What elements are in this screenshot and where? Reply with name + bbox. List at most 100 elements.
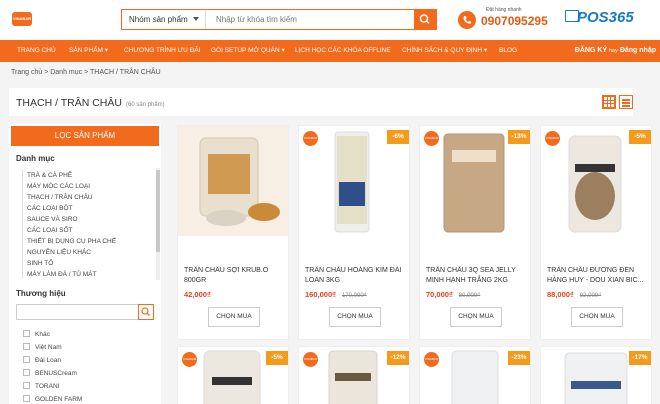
nav-item-offline-courses[interactable]: LỊCH HỌC CÁC KHÓA OFFLINE	[295, 40, 391, 62]
brand-item[interactable]: GOLDEN FARM	[23, 393, 153, 404]
buy-button[interactable]: CHỌN MUA	[571, 307, 623, 327]
page-title: THẠCH / TRÂN CHÂU (60 sản phẩm)	[16, 97, 165, 109]
buy-button[interactable]: CHỌN MUA	[329, 307, 381, 327]
brand-badge: VINABAR	[424, 131, 439, 146]
product-count: (60 sản phẩm)	[125, 102, 165, 108]
category-item[interactable]: CÁC LOẠI SỐT	[27, 225, 154, 236]
product-card[interactable]: VINABAR -12%	[298, 346, 410, 404]
search-icon	[419, 14, 430, 24]
or-separator: hay	[609, 48, 618, 54]
category-heading: Danh mục	[16, 154, 55, 163]
brand-label: Khác	[35, 331, 50, 338]
filter-sidebar: LỌC SẢN PHẨM Danh mục TRÀ & CÀ PHÊ MÁY M…	[9, 124, 161, 404]
category-item[interactable]: NGUYÊN LIỆU KHÁC	[27, 247, 154, 258]
product-card[interactable]: VINABAR -6% TRÂN CHÂU HOÀNG KIM ĐÀI LOAN…	[298, 125, 410, 340]
product-price: 160,000₫ 170,000₫	[305, 290, 367, 299]
category-scrollbar[interactable]	[156, 168, 160, 280]
account-links: ĐĂNG KÝ hay Đăng nhập	[575, 40, 656, 62]
brand-label: TORANI	[35, 383, 60, 390]
grid-view-icon[interactable]	[602, 95, 616, 109]
nav-item-promotions[interactable]: CHƯƠNG TRÌNH ƯU ĐÃI	[124, 40, 201, 62]
product-price: 88,000₫ 92,000₫	[547, 290, 601, 299]
current-price: 160,000₫	[305, 290, 336, 299]
brand-list: Khác Việt Nam Đài Loan BENUSCream TORANI…	[23, 328, 153, 404]
product-card[interactable]: VINABAR -23%	[419, 346, 531, 404]
nav-item-home[interactable]: TRANG CHỦ	[17, 40, 56, 62]
product-card[interactable]: VINABAR -5%	[177, 346, 289, 404]
product-name[interactable]: TRÂN CHÂU SỢI KRUB.O 800GR	[184, 266, 286, 286]
product-card[interactable]: TRÂN CHÂU SỢI KRUB.O 800GR 42,000₫ CHỌN …	[177, 125, 289, 340]
nav-item-blog[interactable]: BLOG	[499, 40, 517, 62]
pos365-logo[interactable]: POS365	[565, 7, 647, 33]
brand-item[interactable]: Khác	[23, 328, 153, 341]
brand-item[interactable]: Việt Nam	[23, 341, 153, 354]
brand-item[interactable]: Đài Loan	[23, 354, 153, 367]
category-item[interactable]: SINH TỐ	[27, 258, 154, 269]
hotline-number[interactable]: 0907095295	[481, 14, 548, 28]
page-title-text: THẠCH / TRÂN CHÂU	[16, 97, 122, 109]
brand-search-input[interactable]	[16, 304, 139, 320]
discount-badge: -13%	[508, 130, 530, 144]
old-price: 92,000₫	[579, 293, 602, 299]
brand-checkbox[interactable]	[23, 369, 30, 377]
brand-checkbox[interactable]	[23, 343, 30, 351]
brand-badge: VINABAR	[182, 352, 197, 367]
category-item[interactable]: MÁY MÓC CÁC LOẠI	[27, 181, 154, 192]
category-item[interactable]: TRÀ & CÀ PHÊ	[27, 170, 154, 181]
buy-button[interactable]: CHỌN MUA	[208, 307, 260, 327]
product-card[interactable]: -17%	[540, 346, 652, 404]
search-input[interactable]	[207, 10, 414, 29]
pos365-logo-text: POS365	[577, 9, 634, 26]
discount-badge: -23%	[508, 351, 530, 365]
brand-item[interactable]: BENUSCream	[23, 367, 153, 380]
product-name[interactable]: TRÂN CHÂU ĐƯỜNG ĐEN HÀNG HUY - DOU XIAN …	[547, 266, 649, 286]
brand-checkbox[interactable]	[23, 382, 30, 390]
scrollbar-thumb[interactable]	[156, 170, 160, 252]
brand-badge: VINABAR	[424, 352, 439, 367]
category-title-bar: THẠCH / TRÂN CHÂU (60 sản phẩm)	[9, 88, 633, 116]
buy-button[interactable]: CHỌN MUA	[450, 307, 502, 327]
product-card[interactable]: VINABAR -13% TRÂN CHÂU 3Q SEA JELLY MINH…	[419, 125, 531, 340]
discount-badge: -6%	[387, 130, 409, 144]
category-item[interactable]: MÁY LÀM ĐÁ / TỦ MÁT	[27, 269, 154, 278]
category-item[interactable]: THẠCH / TRÂN CHÂU	[27, 192, 154, 203]
main-nav: TRANG CHỦ SẢN PHẨM ▾ CHƯƠNG TRÌNH ƯU ĐÃI…	[0, 40, 660, 62]
brand-label: BENUSCream	[35, 370, 77, 377]
site-header: VINABAR Nhóm sản phẩm Đặt hàng nhanh 090…	[0, 0, 660, 40]
nav-item-products[interactable]: SẢN PHẨM ▾	[69, 40, 108, 62]
category-item[interactable]: SAUCE VÀ SIRO	[27, 214, 154, 225]
breadcrumb[interactable]: Trang chủ > Danh mục > THẠCH / TRÂN CHÂU	[11, 69, 161, 76]
brand-badge: VINABAR	[303, 131, 318, 146]
brand-checkbox[interactable]	[23, 395, 30, 403]
brand-heading: Thương hiệu	[16, 289, 66, 298]
search-category-select[interactable]: Nhóm sản phẩm	[122, 10, 206, 29]
brand-label: Đài Loan	[35, 357, 62, 364]
search-bar: Nhóm sản phẩm	[121, 9, 437, 30]
current-price: 70,000₫	[426, 290, 453, 299]
search-icon	[141, 307, 150, 316]
nav-item-setup-packages[interactable]: GÓI SETUP MỞ QUÁN ▾	[211, 40, 285, 62]
list-view-icon[interactable]	[619, 95, 633, 109]
product-name[interactable]: TRÂN CHÂU 3Q SEA JELLY MINH HẠNH TRẮNG 2…	[426, 266, 528, 286]
category-item[interactable]: CÁC LOẠI BỘT	[27, 203, 154, 214]
brand-checkbox[interactable]	[23, 330, 30, 338]
category-list: TRÀ & CÀ PHÊ MÁY MÓC CÁC LOẠI THẠCH / TR…	[22, 170, 154, 278]
product-image[interactable]	[178, 126, 288, 236]
search-button[interactable]	[414, 10, 436, 29]
brand-label: Việt Nam	[35, 344, 62, 351]
brand-item[interactable]: TORANI	[23, 380, 153, 393]
product-name[interactable]: TRÂN CHÂU HOÀNG KIM ĐÀI LOAN 3KG	[305, 266, 407, 286]
login-link[interactable]: Đăng nhập	[620, 47, 656, 54]
register-link[interactable]: ĐĂNG KÝ	[575, 47, 607, 54]
site-logo[interactable]: VINABAR	[12, 12, 32, 26]
product-price: 42,000₫	[184, 290, 211, 299]
brand-search-button[interactable]	[138, 304, 154, 320]
nav-item-policies[interactable]: CHÍNH SÁCH & QUY ĐỊNH ▾	[402, 40, 487, 62]
brand-label: GOLDEN FARM	[35, 396, 83, 403]
brand-checkbox[interactable]	[23, 356, 30, 364]
product-card[interactable]: VINABAR -5% TRÂN CHÂU ĐƯỜNG ĐEN HÀNG HUY…	[540, 125, 652, 340]
category-item[interactable]: THIẾT BỊ DỤNG CỤ PHA CHẾ	[27, 236, 154, 247]
old-price: 170,000₫	[341, 293, 367, 299]
product-price: 70,000₫ 80,000₫	[426, 290, 480, 299]
current-price: 42,000₫	[184, 290, 211, 299]
